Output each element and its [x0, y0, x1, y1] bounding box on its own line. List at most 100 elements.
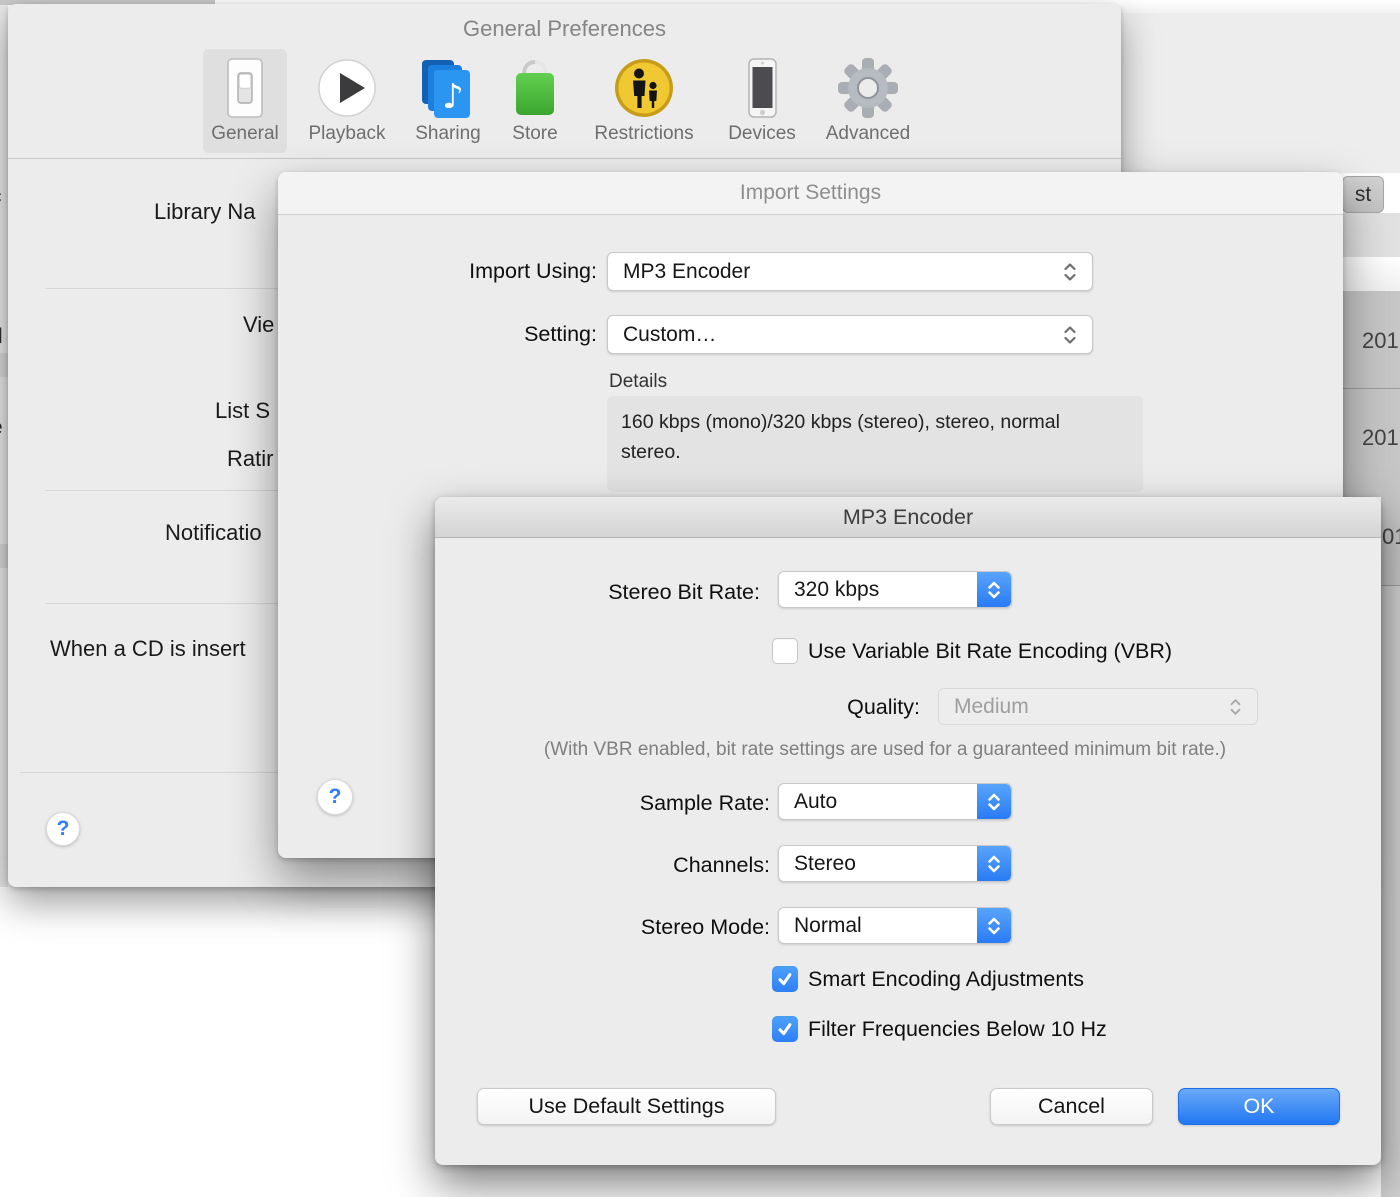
stepper-icon — [977, 572, 1011, 607]
section-divider — [20, 772, 280, 773]
clipped-text-fragment: l — [0, 505, 8, 529]
checkmark-icon — [776, 970, 794, 988]
use-default-settings-button[interactable]: Use Default Settings — [477, 1088, 776, 1125]
toolbar-tab-label: General — [211, 123, 279, 145]
toolbar-tab-sharing[interactable]: ♪ Sharing — [404, 49, 492, 153]
svg-text:♪: ♪ — [442, 77, 464, 117]
dialog-title: Import Settings — [278, 172, 1343, 214]
channels-label: Channels: — [435, 853, 770, 878]
pref-label-library-name: Library Na — [154, 199, 255, 225]
rear-table-right-sliver: 01 — [1381, 497, 1400, 1197]
toolbar-tab-label: Restrictions — [594, 123, 693, 145]
section-divider — [45, 490, 281, 491]
stepper-icon — [977, 784, 1011, 819]
smart-encoding-checkbox[interactable] — [772, 966, 798, 992]
help-glyph: ? — [57, 817, 70, 841]
filter-frequencies-checkbox[interactable] — [772, 1016, 798, 1042]
stereo-bit-rate-select[interactable]: 320 kbps — [778, 571, 1012, 608]
rear-window-top-highlight — [1121, 0, 1400, 13]
help-glyph: ? — [329, 785, 342, 809]
toolbar-tab-label: Devices — [728, 123, 796, 145]
filter-frequencies-label: Filter Frequencies Below 10 Hz — [808, 1017, 1107, 1042]
screen: c d e l st 201 201 01 General Preference… — [0, 0, 1400, 1197]
toolbar-tab-playback[interactable]: Playback — [299, 49, 395, 153]
stereo-mode-label: Stereo Mode: — [435, 915, 770, 940]
row-divider — [1343, 388, 1400, 389]
table-cell-year: 01 — [1382, 524, 1400, 550]
toolbar-tab-advanced[interactable]: Advanced — [818, 49, 918, 153]
cancel-button[interactable]: Cancel — [990, 1088, 1153, 1125]
pref-label-list-size: List S — [215, 398, 270, 424]
window-title: General Preferences — [8, 16, 1121, 42]
channels-select[interactable]: Stereo — [778, 845, 1012, 882]
stepper-icon — [1063, 262, 1077, 281]
dialog-titlebar: MP3 Encoder — [435, 497, 1381, 538]
details-box: 160 kbps (mono)/320 kbps (stereo), stere… — [607, 396, 1143, 492]
stereo-mode-value: Normal — [794, 914, 862, 938]
help-button[interactable]: ? — [317, 779, 353, 815]
vbr-checkbox[interactable] — [772, 638, 798, 664]
toolbar-tab-store[interactable]: Store — [503, 49, 567, 153]
section-divider — [45, 603, 281, 604]
toolbar-tab-devices[interactable]: Devices — [722, 49, 802, 153]
rear-table-header — [1343, 257, 1400, 292]
details-label: Details — [609, 371, 667, 393]
stepper-icon — [977, 846, 1011, 881]
setting-value: Custom… — [623, 323, 716, 347]
toolbar-tab-label: Store — [512, 123, 557, 145]
sliver-band — [0, 544, 8, 568]
import-using-value: MP3 Encoder — [623, 260, 750, 284]
details-line: 160 kbps (mono)/320 kbps (stereo), stere… — [621, 407, 1129, 437]
restrictions-icon — [612, 56, 676, 120]
stepper-icon — [1229, 698, 1242, 715]
table-cell-year: 201 — [1362, 328, 1399, 354]
checkmark-icon — [776, 1020, 794, 1038]
rear-table-rows: 201 201 — [1343, 292, 1400, 497]
sample-rate-value: Auto — [794, 790, 837, 814]
channels-value: Stereo — [794, 852, 856, 876]
toolbar-tab-label: Playback — [308, 123, 385, 145]
section-divider — [45, 288, 281, 289]
clipped-text-fragment: e — [0, 416, 8, 440]
smart-encoding-label: Smart Encoding Adjustments — [808, 967, 1084, 992]
toolbar-tab-label: Advanced — [826, 123, 911, 145]
shopping-bag-icon — [503, 56, 567, 120]
sample-rate-select[interactable]: Auto — [778, 783, 1012, 820]
ok-button[interactable]: OK — [1178, 1088, 1340, 1125]
stereo-bit-rate-label: Stereo Bit Rate: — [435, 580, 760, 605]
pref-label-ratings: Ratir — [227, 446, 273, 472]
clipped-playlist-button[interactable]: st — [1342, 176, 1384, 213]
dialog-title: MP3 Encoder — [435, 497, 1381, 537]
import-using-select[interactable]: MP3 Encoder — [607, 252, 1093, 291]
vbr-note: (With VBR enabled, bit rate settings are… — [435, 739, 1335, 761]
toolbar-tab-general[interactable]: General — [203, 49, 287, 153]
quality-value: Medium — [954, 695, 1029, 719]
import-using-label: Import Using: — [278, 259, 597, 284]
button-label: Cancel — [1038, 1094, 1105, 1119]
pref-label-notifications: Notificatio — [165, 520, 262, 546]
rear-window-right-column — [1343, 213, 1400, 257]
table-cell-year: 201 — [1362, 425, 1399, 451]
play-icon — [315, 56, 379, 120]
sliver-band — [0, 353, 8, 377]
stereo-bit-rate-value: 320 kbps — [794, 578, 879, 602]
clipped-text-fragment: d — [0, 325, 8, 349]
gear-icon — [836, 56, 900, 120]
setting-label: Setting: — [278, 322, 597, 347]
toolbar-tab-label: Sharing — [415, 123, 481, 145]
rear-window-left-sliver: c d e l — [0, 5, 8, 887]
dialog-titlebar: Import Settings — [278, 172, 1343, 215]
iphone-icon — [730, 56, 794, 120]
clipped-text-fragment: c — [0, 185, 8, 209]
pref-label-cd-inserted: When a CD is insert — [50, 636, 246, 662]
quality-select: Medium — [938, 688, 1258, 725]
details-line: stereo. — [621, 437, 1129, 467]
setting-select[interactable]: Custom… — [607, 315, 1093, 354]
stereo-mode-select[interactable]: Normal — [778, 907, 1012, 944]
sample-rate-label: Sample Rate: — [435, 791, 770, 816]
table-cell: 01 — [1381, 497, 1400, 585]
toolbar-tab-restrictions[interactable]: Restrictions — [584, 49, 704, 153]
help-button[interactable]: ? — [46, 812, 80, 846]
light-switch-icon — [213, 56, 277, 120]
quality-label: Quality: — [435, 695, 920, 720]
